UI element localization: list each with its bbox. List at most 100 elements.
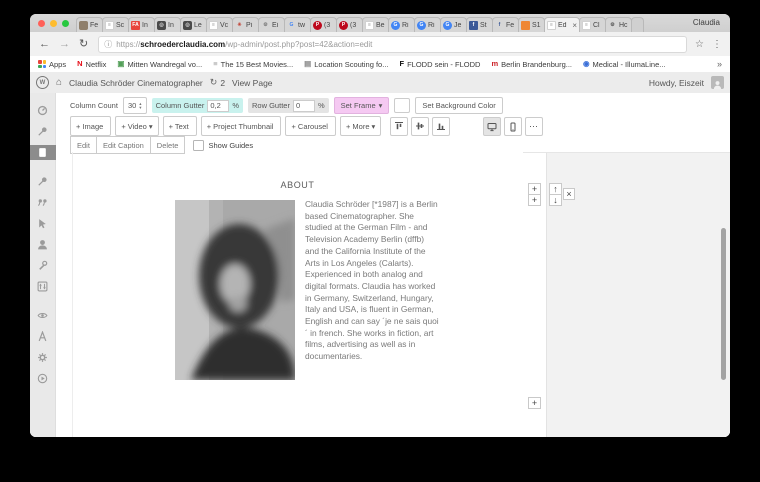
bookmark-item[interactable]: m Berlin Brandenburg...	[491, 60, 572, 69]
browser-tab[interactable]: ≡ Cl	[579, 17, 606, 32]
column-gutter-input[interactable]	[207, 100, 229, 112]
show-guides-checkbox[interactable]	[193, 140, 204, 151]
background-color-swatch[interactable]	[394, 98, 410, 113]
column-count-label: Column Count	[70, 101, 118, 110]
browser-menu-icon[interactable]: ⋮	[712, 39, 722, 50]
bookmark-star-icon[interactable]: ☆	[695, 39, 704, 50]
edit-button[interactable]: Edit	[70, 136, 97, 154]
sidebar-item-videos[interactable]	[30, 371, 56, 386]
tab-close-icon[interactable]: ×	[572, 21, 577, 30]
browser-tab[interactable]: G Ri	[414, 17, 441, 32]
add-module-button[interactable]: +	[528, 194, 541, 206]
browser-tab[interactable]: G Ri	[388, 17, 415, 32]
set-frame-button[interactable]: Set Frame ▾	[334, 97, 390, 114]
tab-list: Fe ≡ Sc FA In ◎ In	[76, 17, 643, 32]
browser-tab[interactable]: P (3	[310, 17, 337, 32]
browser-tab[interactable]: S1	[518, 17, 545, 32]
browser-tab[interactable]: FA In	[128, 17, 155, 32]
row-gutter-input[interactable]	[293, 100, 315, 112]
bookmark-item[interactable]: ≡ The 15 Best Movies...	[213, 60, 293, 69]
site-title-link[interactable]: Claudia Schröder Cinematographer	[69, 78, 203, 88]
portrait-photo-module[interactable]	[175, 200, 295, 380]
add-module-button[interactable]: +	[528, 397, 541, 409]
browser-tab[interactable]: ≡ Vc	[206, 17, 233, 32]
browser-tab[interactable]: Fe	[76, 17, 103, 32]
insert-button[interactable]: + More ▾	[340, 116, 381, 136]
browser-tab[interactable]: G tw	[284, 17, 311, 32]
align-bottom-button[interactable]	[432, 117, 450, 136]
sidebar-item-pin[interactable]	[30, 174, 56, 189]
sidebar-item-layout-settings[interactable]	[30, 279, 56, 294]
bookmark-item[interactable]: F FLODD sein - FLODD	[399, 60, 480, 69]
sidebar-item-visibility[interactable]	[30, 308, 56, 323]
bookmark-favicon: m	[491, 60, 498, 68]
chrome-profile-name[interactable]: Claudia	[693, 18, 720, 27]
browser-tab[interactable]: ≡ Be	[362, 17, 389, 32]
bookmark-item[interactable]: ◉ Medical - IllumaLine...	[583, 60, 666, 69]
howdy-greeting[interactable]: Howdy, Eiszeit	[649, 78, 704, 88]
tab-favicon: ≡	[582, 21, 591, 30]
browser-tab[interactable]: ⚙ Hc	[605, 17, 632, 32]
browser-tab[interactable]: ◎ In	[154, 17, 181, 32]
align-top-button[interactable]	[390, 117, 408, 136]
browser-tab[interactable]: ≡ Sc	[102, 17, 129, 32]
tab-label: Ed	[558, 22, 570, 29]
wp-admin-bar: W ⌂ Claudia Schröder Cinematographer ↻ 2…	[30, 72, 730, 94]
bookmark-apps[interactable]: Apps	[38, 60, 66, 69]
home-icon[interactable]: ⌂	[56, 77, 62, 88]
wordpress-logo-icon[interactable]: W	[36, 76, 49, 89]
bookmark-item[interactable]: N Netflix	[77, 60, 106, 69]
tab-label: (3	[324, 22, 334, 29]
browser-tab[interactable]: ⚙ Ei	[258, 17, 285, 32]
remove-module-button[interactable]: ×	[563, 188, 575, 200]
desktop-preview-button[interactable]	[483, 117, 501, 136]
mobile-preview-button[interactable]	[504, 117, 522, 136]
updates-link[interactable]: ↻ 2	[210, 77, 225, 88]
browser-tab[interactable]: P (3	[336, 17, 363, 32]
insert-button[interactable]: + Image	[70, 116, 111, 136]
back-icon[interactable]: ←	[39, 39, 50, 50]
sidebar-item-dashboard[interactable]	[30, 103, 56, 118]
user-avatar[interactable]	[711, 76, 724, 89]
url-bar[interactable]: ⓘ https://schroederclaudia.com/wp-admin/…	[98, 36, 687, 53]
set-background-color-button[interactable]: Set Background Color	[415, 97, 502, 114]
column-count-stepper[interactable]: 30 ▴▾	[123, 97, 147, 114]
window-zoom-button[interactable]	[62, 20, 69, 27]
insert-button[interactable]: + Carousel	[285, 116, 335, 136]
sidebar-item-pages[interactable]	[30, 145, 56, 160]
browser-tab[interactable]: f Fe	[492, 17, 519, 32]
browser-tab[interactable]: f St	[466, 17, 493, 32]
new-tab-button[interactable]	[631, 17, 644, 32]
page-info-icon[interactable]: ⓘ	[104, 39, 112, 50]
browser-tab[interactable]: ≡ Ed ×	[544, 17, 580, 32]
sidebar-item-options[interactable]	[30, 350, 56, 365]
sidebar-item-appearance[interactable]	[30, 216, 56, 231]
sidebar-item-tools[interactable]	[30, 258, 56, 273]
stepper-icon[interactable]: ▴▾	[139, 102, 141, 109]
move-down-button[interactable]: ↓	[549, 194, 562, 206]
scrollbar-thumb[interactable]	[721, 228, 726, 380]
delete-button[interactable]: Delete	[151, 136, 186, 154]
forward-icon[interactable]: →	[59, 39, 70, 50]
insert-button[interactable]: + Text	[163, 116, 197, 136]
sidebar-item-posts[interactable]	[30, 124, 56, 139]
show-guides-label: Show Guides	[208, 141, 253, 150]
sidebar-item-users[interactable]	[30, 237, 56, 252]
view-page-link[interactable]: View Page	[232, 78, 272, 88]
sidebar-item-typography[interactable]	[30, 329, 56, 344]
window-minimize-button[interactable]	[50, 20, 57, 27]
insert-button[interactable]: + Video ▾	[115, 116, 158, 136]
sidebar-item-media[interactable]	[30, 195, 56, 210]
reload-icon[interactable]: ↻	[79, 39, 88, 50]
align-middle-button[interactable]	[411, 117, 429, 136]
browser-tab[interactable]: ◎ Le	[180, 17, 207, 32]
bookmark-item[interactable]: ▣ Mitten Wandregal vo...	[117, 60, 202, 69]
bookmark-item[interactable]: ▤ Location Scouting fo...	[304, 60, 388, 69]
edit-caption-button[interactable]: Edit Caption	[97, 136, 151, 154]
insert-button[interactable]: + Project Thumbnail	[201, 116, 282, 136]
bookmarks-overflow-icon[interactable]: »	[717, 59, 722, 69]
window-close-button[interactable]	[38, 20, 45, 27]
browser-tab[interactable]: ✳ Pi	[232, 17, 259, 32]
browser-tab[interactable]: G Je	[440, 17, 467, 32]
more-options-button[interactable]: ⋯	[525, 117, 543, 136]
